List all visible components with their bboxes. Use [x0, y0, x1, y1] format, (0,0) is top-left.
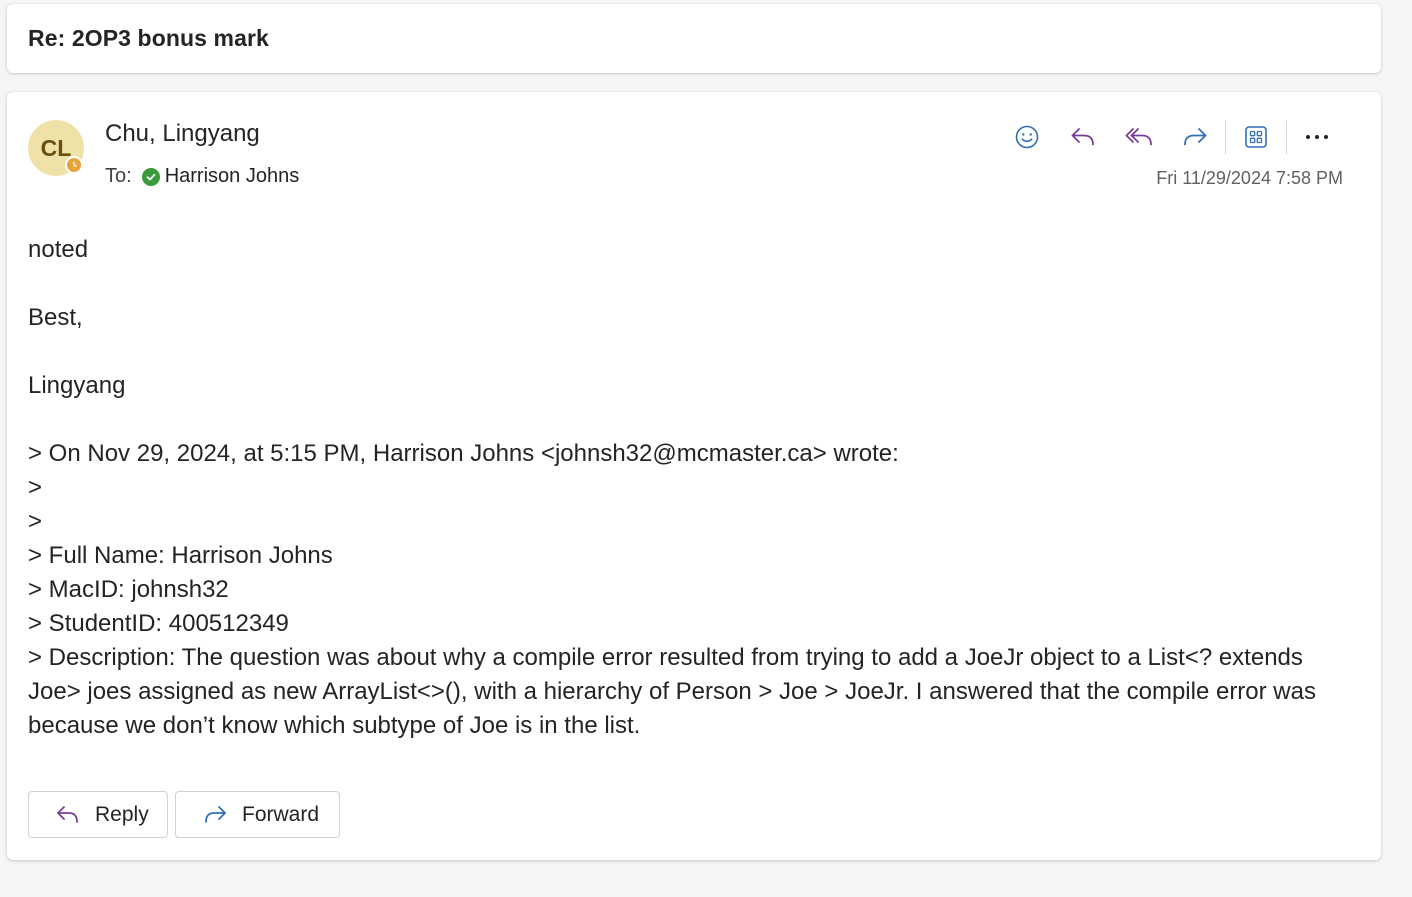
- reply-icon: [55, 804, 81, 826]
- sender-name[interactable]: Chu, Lingyang: [105, 120, 260, 148]
- quoted-line: >: [28, 508, 43, 535]
- subject-title: Re: 2OP3 bonus mark: [28, 25, 269, 51]
- reply-button[interactable]: Reply: [28, 791, 168, 838]
- apps-button[interactable]: [1228, 118, 1284, 156]
- forward-icon: [1184, 128, 1207, 146]
- recipient-row: To: Harrison Johns: [105, 165, 299, 188]
- reply-label: Reply: [95, 802, 149, 826]
- body-line: [28, 335, 1318, 369]
- emoji-icon: [1015, 125, 1039, 149]
- reply-all-toolbar-button[interactable]: [1111, 118, 1167, 156]
- more-icon: [1306, 135, 1328, 139]
- quoted-line: >: [28, 474, 43, 501]
- body-line: noted: [28, 236, 89, 263]
- forward-button[interactable]: Forward: [175, 791, 340, 838]
- body-line: Best,: [28, 304, 83, 331]
- message-body: noted Best, Lingyang > On Nov 29, 2024, …: [28, 233, 1318, 743]
- quoted-description: > Description: The question was about wh…: [28, 644, 1323, 739]
- recipient-name[interactable]: Harrison Johns: [165, 165, 300, 188]
- toolbar-divider: [1225, 120, 1226, 154]
- emoji-reaction-button[interactable]: [999, 118, 1055, 156]
- body-line: [28, 403, 1318, 437]
- forward-toolbar-button[interactable]: [1167, 118, 1223, 156]
- apps-icon: [1245, 126, 1267, 148]
- more-actions-button[interactable]: [1289, 118, 1345, 156]
- message-toolbar: [999, 118, 1345, 156]
- reply-all-icon: [1125, 128, 1152, 146]
- avatar-initials: CL: [40, 134, 72, 161]
- quoted-line: > On Nov 29, 2024, at 5:15 PM, Harrison …: [28, 440, 899, 467]
- subject-header: Re: 2OP3 bonus mark: [7, 4, 1381, 73]
- quoted-line: > StudentID: 400512349: [28, 610, 289, 637]
- forward-label: Forward: [242, 802, 320, 826]
- reply-toolbar-button[interactable]: [1055, 118, 1111, 156]
- body-line: Lingyang: [28, 372, 126, 399]
- to-label: To:: [105, 165, 132, 187]
- body-line: [28, 267, 1318, 301]
- quoted-line: > Full Name: Harrison Johns: [28, 542, 333, 569]
- available-status-icon: [141, 167, 160, 186]
- reply-icon: [1071, 128, 1094, 146]
- quoted-line: > MacID: johnsh32: [28, 576, 229, 603]
- presence-away-icon: [65, 156, 83, 174]
- message-timestamp: Fri 11/29/2024 7:58 PM: [1156, 168, 1343, 188]
- toolbar-divider: [1286, 120, 1287, 154]
- forward-icon: [202, 804, 228, 826]
- message-card: CL Chu, Lingyang To: Harrison Johns Fri …: [7, 92, 1381, 860]
